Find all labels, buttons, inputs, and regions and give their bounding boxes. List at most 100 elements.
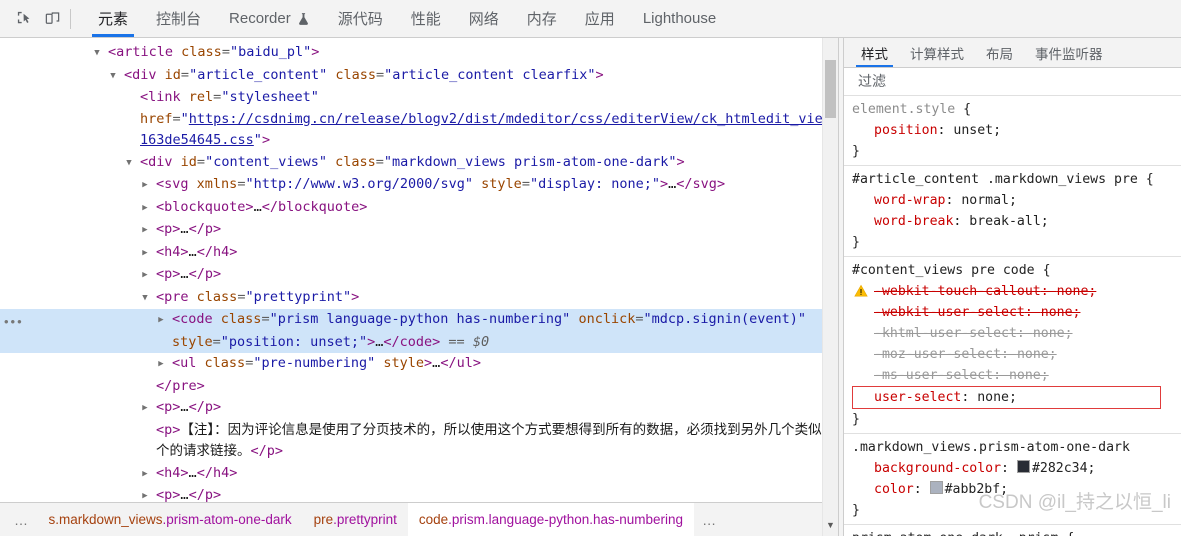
css-property-value[interactable]: none; <box>1041 305 1081 320</box>
css-rule-selector[interactable]: element.style { <box>852 99 1181 120</box>
color-swatch[interactable] <box>1016 460 1030 473</box>
dom-node[interactable]: <pre class="prettyprint"> <box>0 287 838 310</box>
css-property-name[interactable]: position <box>874 123 938 138</box>
dom-node[interactable]: <p>…</p> <box>0 485 838 502</box>
css-property-name[interactable]: -webkit-touch-callout <box>874 284 1041 299</box>
twisty-collapsed-icon[interactable] <box>145 198 156 220</box>
css-rule[interactable]: prism-atom-one-dark .prism { <box>844 525 1181 536</box>
twisty-collapsed-icon[interactable] <box>145 175 156 197</box>
css-declaration[interactable]: -webkit-touch-callout: none; <box>852 281 1181 302</box>
tab-computed[interactable]: 计算样式 <box>899 38 975 67</box>
css-property-value[interactable]: none; <box>977 390 1017 405</box>
css-property-name[interactable]: -webkit-user-select <box>874 305 1025 320</box>
twisty-expanded-icon[interactable] <box>129 153 140 175</box>
dom-node[interactable]: <p>…</p> <box>0 397 838 420</box>
css-rule[interactable]: #article_content .markdown_views pre {wo… <box>844 166 1181 257</box>
css-rule-selector[interactable]: prism-atom-one-dark .prism { <box>852 528 1181 536</box>
breadcrumb-item[interactable]: s.markdown_views.prism-atom-one-dark <box>38 512 303 527</box>
tab-lighthouse[interactable]: Lighthouse <box>629 0 730 37</box>
css-property-value[interactable]: none; <box>1057 284 1097 299</box>
css-property-value[interactable]: none; <box>1017 347 1057 362</box>
tab-sources[interactable]: 源代码 <box>324 0 397 37</box>
dom-node[interactable]: <div id="content_views" class="markdown_… <box>0 152 838 175</box>
css-property-name[interactable]: word-break <box>874 214 953 229</box>
dom-node[interactable]: <h4>…</h4> <box>0 242 838 265</box>
breadcrumb-overflow-left[interactable]: … <box>6 512 38 528</box>
twisty-collapsed-icon[interactable] <box>161 354 172 376</box>
css-declaration[interactable]: -ms-user-select: none; <box>852 365 1181 386</box>
css-property-value[interactable]: none; <box>1009 368 1049 383</box>
twisty-collapsed-icon[interactable] <box>145 243 156 265</box>
tab-recorder[interactable]: Recorder <box>215 0 324 37</box>
twisty-expanded-icon[interactable] <box>97 43 108 65</box>
css-rule[interactable]: .markdown_views.prism-atom-one-dark backg… <box>844 434 1181 525</box>
twisty-expanded-icon[interactable] <box>113 66 124 88</box>
dom-node[interactable]: <h4>…</h4> <box>0 463 838 486</box>
css-property-name[interactable]: -moz-user-select <box>874 347 1001 362</box>
color-swatch[interactable] <box>929 481 943 494</box>
css-declaration[interactable]: word-wrap: normal; <box>852 190 1181 211</box>
twisty-expanded-icon[interactable] <box>145 288 156 310</box>
css-property-value[interactable]: break-all; <box>969 214 1048 229</box>
css-rule-selector[interactable]: #content_views pre code { <box>852 260 1181 281</box>
breadcrumb-item[interactable]: pre.prettyprint <box>303 512 408 527</box>
css-property-value[interactable]: #282c34; <box>1032 461 1096 476</box>
twisty-collapsed-icon[interactable] <box>161 310 172 332</box>
tab-memory[interactable]: 内存 <box>513 0 571 37</box>
css-property-value[interactable]: unset; <box>953 123 1001 138</box>
css-property-value[interactable]: normal; <box>961 193 1017 208</box>
tab-layout[interactable]: 布局 <box>975 38 1024 67</box>
css-declaration[interactable]: word-break: break-all; <box>852 211 1181 232</box>
node-overflow-ellipsis[interactable]: ••• <box>4 315 24 328</box>
twisty-collapsed-icon[interactable] <box>145 265 156 287</box>
tab-styles[interactable]: 样式 <box>850 38 899 67</box>
css-rule[interactable]: #content_views pre code {-webkit-touch-c… <box>844 257 1181 434</box>
twisty-collapsed-icon[interactable] <box>145 398 156 420</box>
css-declaration[interactable]: -moz-user-select: none; <box>852 344 1181 365</box>
css-declaration[interactable]: position: unset; <box>852 120 1181 141</box>
scroll-down-arrow-icon[interactable]: ▼ <box>823 520 838 530</box>
inspect-element-icon[interactable] <box>10 5 38 33</box>
css-rules-list[interactable]: element.style {position: unset;} #article… <box>844 96 1181 536</box>
dom-tree[interactable]: <article class="baidu_pl"><div id="artic… <box>0 38 838 502</box>
css-property-value[interactable]: #abb2bf; <box>945 482 1009 497</box>
device-toolbar-icon[interactable] <box>38 5 66 33</box>
styles-filter-input[interactable] <box>856 72 1153 91</box>
dom-node[interactable]: <link rel="stylesheet" href="https://csd… <box>0 87 838 152</box>
tab-console[interactable]: 控制台 <box>142 0 215 37</box>
dom-token-link[interactable]: https://csdnimg.cn/release/blogv2/dist/m… <box>140 111 838 149</box>
dom-node[interactable]: <p>【注】：因为评论信息是使用了分页技术的，所以使用这个方式要想得到所有的数据… <box>0 420 838 463</box>
css-declaration[interactable]: -webkit-user-select: none; <box>852 302 1181 323</box>
css-property-name[interactable]: color <box>874 482 914 497</box>
dom-node[interactable]: </pre> <box>0 376 838 398</box>
dom-node[interactable]: <p>…</p> <box>0 264 838 287</box>
css-property-name[interactable]: -khtml-user-select <box>874 326 1017 341</box>
css-property-name[interactable]: background-color <box>874 461 1001 476</box>
dom-node[interactable]: <ul class="pre-numbering" style>…</ul> <box>0 353 838 376</box>
breadcrumb-item-selected[interactable]: code .prism.language-python.has-numbering <box>407 503 695 536</box>
tab-elements[interactable]: 元素 <box>84 0 142 37</box>
dom-node[interactable]: <svg xmlns="http://www.w3.org/2000/svg" … <box>0 174 838 197</box>
css-rule-selector[interactable]: .markdown_views.prism-atom-one-dark <box>852 437 1181 458</box>
dom-node[interactable]: <div id="article_content" class="article… <box>0 65 838 88</box>
css-declaration[interactable]: color: #abb2bf; <box>852 479 1181 500</box>
tab-performance[interactable]: 性能 <box>397 0 455 37</box>
css-property-name[interactable]: word-wrap <box>874 193 945 208</box>
dom-tree-scrollbar[interactable]: ▼ <box>822 38 838 536</box>
dom-node-selected[interactable]: •••<code class="prism language-python ha… <box>0 309 838 353</box>
css-rule-selector[interactable]: #article_content .markdown_views pre { <box>852 169 1181 190</box>
twisty-collapsed-icon[interactable] <box>145 486 156 502</box>
tab-event-listeners[interactable]: 事件监听器 <box>1024 38 1114 67</box>
dom-node[interactable]: <p>…</p> <box>0 219 838 242</box>
css-property-value[interactable]: none; <box>1033 326 1073 341</box>
css-property-name[interactable]: user-select <box>874 390 961 405</box>
twisty-collapsed-icon[interactable] <box>145 220 156 242</box>
css-property-name[interactable]: -ms-user-select <box>874 368 993 383</box>
css-declaration[interactable]: background-color: #282c34; <box>852 458 1181 479</box>
tab-network[interactable]: 网络 <box>455 0 513 37</box>
dom-node[interactable]: <blockquote>…</blockquote> <box>0 197 838 220</box>
css-declaration[interactable]: user-select: none; <box>852 386 1161 409</box>
breadcrumb-overflow-right[interactable]: … <box>694 512 726 528</box>
twisty-collapsed-icon[interactable] <box>145 464 156 486</box>
tab-application[interactable]: 应用 <box>571 0 629 37</box>
